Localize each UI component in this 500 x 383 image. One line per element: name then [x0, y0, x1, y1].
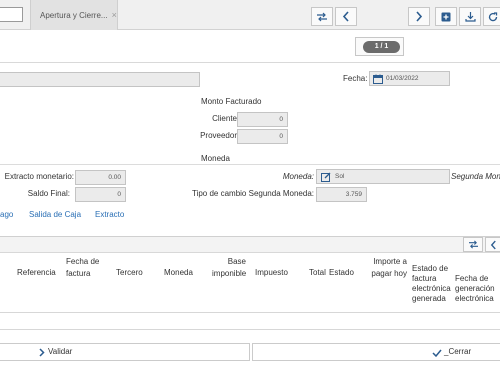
chevron-left-icon: [490, 240, 496, 249]
swap-arrows-icon: [468, 240, 478, 249]
next-record-button[interactable]: [408, 7, 430, 26]
moneda-title: Moneda: [201, 154, 230, 163]
column-label: factura: [66, 269, 91, 278]
column-importe-pagar[interactable]: Importe a pagar hoy: [366, 257, 407, 279]
column-fecha-generacion[interactable]: Fecha de generación electrónica: [455, 274, 495, 304]
column-impuesto[interactable]: Impuesto: [255, 268, 288, 278]
extracto-field[interactable]: 0.00: [75, 170, 126, 185]
column-label: pagar hoy: [371, 269, 407, 278]
checkmark-icon: [432, 349, 442, 357]
column-fecha-factura[interactable]: Fecha de factura: [66, 257, 99, 279]
new-record-button[interactable]: [435, 7, 457, 26]
grid-swap-button[interactable]: [463, 237, 483, 252]
column-label: Tercero: [116, 268, 143, 277]
column-label: Base: [227, 257, 246, 266]
column-label: Estado de: [412, 264, 449, 273]
name-field[interactable]: [0, 72, 200, 87]
column-referencia[interactable]: Referencia: [17, 268, 56, 278]
extracto-link[interactable]: Extracto: [95, 210, 124, 219]
column-moneda[interactable]: Moneda: [164, 268, 193, 278]
export-button[interactable]: [459, 7, 481, 26]
moneda-value: Sol: [335, 173, 345, 180]
cliente-label: Cliente: [212, 114, 237, 123]
tipo-cambio-field[interactable]: 3.759: [316, 187, 367, 202]
chevron-right-icon: [39, 348, 45, 357]
previous-record-button[interactable]: [335, 7, 357, 26]
monto-facturado-title: Monto Facturado: [201, 97, 262, 106]
swap-arrows-icon: [317, 12, 327, 21]
column-label: Fecha de: [455, 274, 489, 283]
chevron-right-icon: [416, 11, 423, 22]
download-icon: [464, 12, 476, 22]
proveedor-field[interactable]: 0: [237, 129, 288, 144]
cerrar-button[interactable]: _Cerrar: [252, 343, 500, 361]
close-icon[interactable]: ×: [112, 10, 117, 20]
window-toolbar: [0, 30, 500, 63]
tab-label: Apertura y Cierre...: [40, 11, 108, 20]
validar-label: Validar: [48, 347, 73, 356]
column-tercero[interactable]: Tercero: [116, 268, 143, 278]
moneda-label: Moneda:: [282, 172, 314, 181]
column-estado-fe[interactable]: Estado de factura electrónica generada: [412, 264, 451, 304]
tipo-cambio-label: Tipo de cambio Segunda Moneda:: [191, 189, 314, 198]
column-label: Total: [309, 268, 326, 277]
extracto-label: Extracto monetario:: [4, 172, 74, 181]
column-label: generación: [455, 284, 495, 293]
column-label: electrónica: [455, 294, 494, 303]
refresh-button[interactable]: [483, 7, 500, 26]
proveedor-label: Proveedor: [200, 131, 237, 140]
column-label: factura: [412, 274, 437, 283]
grid-header-divider: [0, 312, 500, 313]
record-counter-badge: 1 / 1: [363, 41, 400, 53]
calendar-icon[interactable]: [373, 74, 383, 84]
segunda-moneda-label: Segunda Mone: [451, 172, 500, 181]
saldo-final-field[interactable]: 0: [75, 187, 126, 202]
plus-square-icon: [441, 12, 451, 21]
column-label: Importe a: [373, 257, 407, 266]
chevron-left-icon: [342, 11, 349, 22]
menu-search-input[interactable]: [0, 7, 23, 22]
validar-button[interactable]: Validar: [0, 343, 250, 361]
moneda-field[interactable]: Sol: [316, 169, 450, 184]
cerrar-label: _Cerrar: [444, 347, 472, 356]
grid-toolbar: [0, 236, 500, 253]
tab-apertura-cierre[interactable]: Apertura y Cierre... ×: [30, 0, 118, 30]
refresh-icon: [488, 11, 497, 21]
fecha-label: Fecha:: [343, 74, 368, 83]
salida-caja-link[interactable]: Salida de Caja: [29, 210, 81, 219]
column-label: generada: [412, 294, 446, 303]
swap-arrows-button[interactable]: [311, 7, 333, 26]
column-label: Impuesto: [255, 268, 288, 277]
column-label: Referencia: [17, 268, 56, 277]
grid-previous-button[interactable]: [485, 237, 500, 252]
edit-link-icon[interactable]: [321, 172, 331, 182]
column-total[interactable]: Total: [309, 268, 326, 278]
saldo-final-label: Saldo Final:: [27, 189, 70, 198]
column-label: imponible: [212, 269, 247, 278]
column-label: Estado: [329, 268, 354, 277]
column-label: Fecha de: [66, 257, 100, 266]
column-label: Moneda: [164, 268, 193, 277]
grid-row-divider: [0, 329, 500, 330]
cliente-field[interactable]: 0: [237, 112, 288, 127]
section-divider: [0, 164, 500, 165]
pago-link[interactable]: ago: [0, 210, 13, 219]
fecha-field[interactable]: 01/03/2022: [369, 71, 450, 86]
fecha-value: 01/03/2022: [386, 75, 419, 82]
column-estado[interactable]: Estado: [329, 268, 354, 278]
column-label: electrónica: [412, 284, 451, 293]
column-base-imponible[interactable]: Base imponible: [212, 257, 246, 279]
